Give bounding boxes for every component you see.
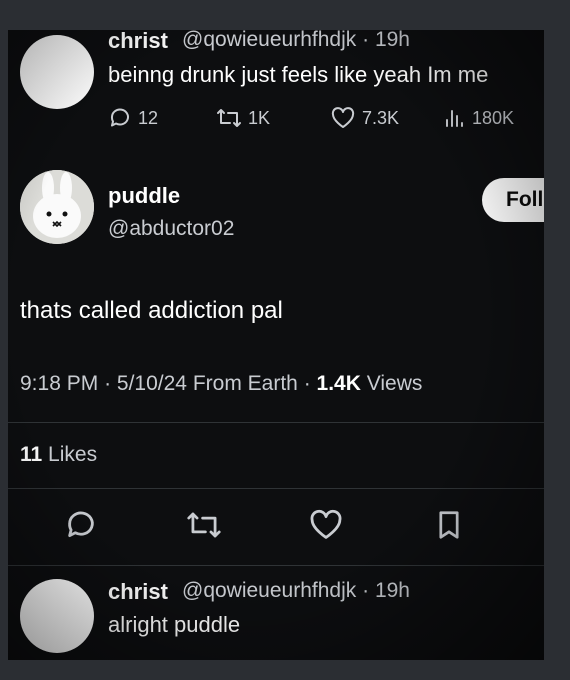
reply-author-meta: @qowieueurhfhdjk · 19h [182, 30, 410, 52]
bunny-face-icon [20, 170, 94, 244]
heart-icon [331, 107, 355, 128]
bookmark-button[interactable] [434, 508, 464, 547]
reply-author-name[interactable]: christ [108, 30, 168, 54]
tweet-date[interactable]: 5/10/24 [117, 372, 187, 395]
comment-icon [68, 511, 94, 538]
separator-dot: · [104, 372, 112, 395]
follow-button[interactable]: Follow [482, 178, 544, 222]
avatar[interactable] [20, 170, 94, 244]
avatar[interactable] [20, 35, 94, 109]
author-handle[interactable]: @abductor02 [108, 217, 234, 241]
views-count: 1.4K [316, 372, 361, 395]
reply-author-handle[interactable]: @qowieueurhfhdjk [182, 579, 356, 602]
tweet-text: thats called addiction pal [20, 297, 283, 324]
reply-timestamp[interactable]: 19h [375, 579, 410, 602]
reply-author-meta: @qowieueurhfhdjk · 19h [182, 579, 410, 603]
views-button[interactable]: 180K [442, 106, 514, 130]
repost-button[interactable]: 1K [216, 106, 270, 130]
repost-count: 1K [248, 107, 271, 128]
reply-author-handle[interactable]: @qowieueurhfhdjk [182, 30, 356, 51]
likes-count: 11 [20, 443, 43, 466]
heart-icon [310, 509, 342, 539]
reply-button[interactable]: 12 [108, 106, 158, 130]
divider [8, 488, 544, 489]
comment-icon [110, 108, 129, 127]
like-button[interactable]: 7.3K [330, 106, 399, 130]
bookmark-icon [439, 511, 459, 539]
views-label: Views [366, 372, 423, 395]
like-count: 7.3K [362, 107, 400, 128]
reply-text: beinng drunk just feels like yeah Im me [108, 62, 489, 87]
likes-label: Likes [48, 443, 98, 466]
tweet-meta: 9:18 PM · 5/10/24 From Earth · 1.4K View… [20, 372, 422, 396]
separator-dot: · [362, 579, 370, 602]
tweet-source: From Earth [192, 372, 298, 395]
likes-summary[interactable]: 11 Likes [20, 443, 97, 467]
reply-text: alright puddle [108, 612, 241, 637]
repost-button[interactable] [186, 508, 222, 547]
separator-dot: · [303, 372, 311, 395]
reply-timestamp[interactable]: 19h [375, 30, 410, 51]
divider [8, 422, 544, 423]
avatar[interactable] [20, 579, 94, 653]
divider [8, 565, 544, 566]
reply-author-name[interactable]: christ [108, 579, 168, 605]
repost-icon [217, 109, 241, 127]
tweet-time[interactable]: 9:18 PM [20, 372, 98, 395]
like-button[interactable] [308, 508, 344, 547]
bar-chart-icon [446, 110, 463, 127]
author-name[interactable]: puddle [108, 183, 180, 209]
reply-button[interactable] [64, 508, 98, 547]
repost-icon [187, 512, 221, 538]
views-count: 180K [472, 107, 515, 128]
tweet-thread: christ @qowieueurhfhdjk · 19h beinng dru… [8, 30, 544, 660]
reply-count: 12 [138, 107, 159, 128]
separator-dot: · [362, 30, 370, 51]
